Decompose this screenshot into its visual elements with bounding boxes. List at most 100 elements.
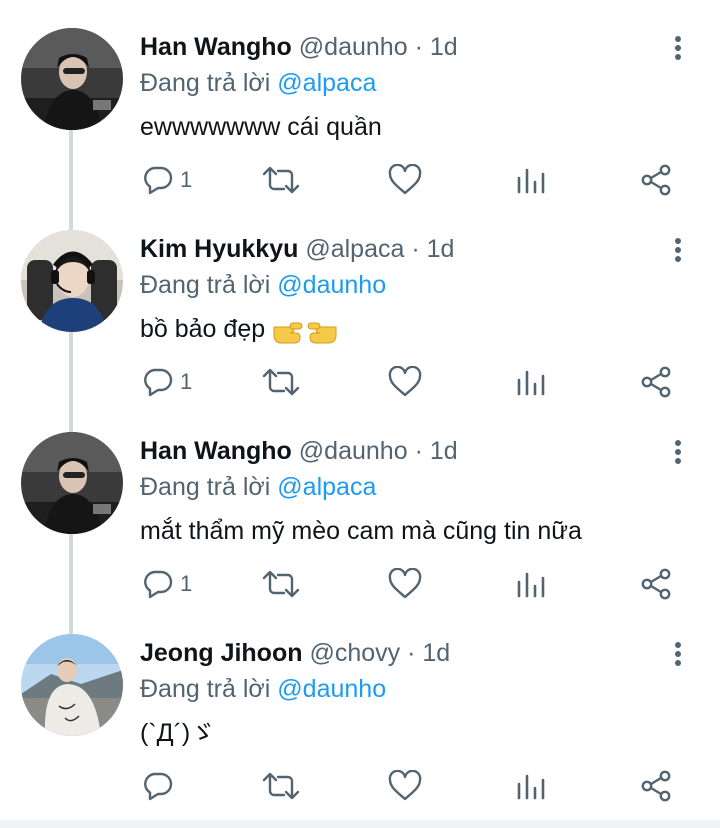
like-icon xyxy=(388,770,422,801)
tweet[interactable]: Jeong Jihoon @chovy · 1d Đang trả lời @d… xyxy=(0,606,720,808)
retweet-button[interactable] xyxy=(262,768,300,804)
replying-to-label: Đang trả lời xyxy=(140,69,271,97)
more-options-button[interactable] xyxy=(666,236,690,266)
tweet-text: ewwwwwww cái quần xyxy=(140,113,382,141)
tweet-actions: 1 xyxy=(140,566,700,606)
pointing-hands-emoji xyxy=(273,322,337,344)
share-button[interactable] xyxy=(640,364,672,400)
reply-icon xyxy=(144,166,173,195)
reply-count: 1 xyxy=(180,369,193,394)
like-button[interactable] xyxy=(388,162,422,198)
separator-dot: · xyxy=(414,33,423,61)
tweet-header: Jeong Jihoon @chovy · 1d xyxy=(140,638,450,668)
tweet[interactable]: Han Wangho @daunho · 1d Đang trả lời @al… xyxy=(0,404,720,606)
analytics-icon xyxy=(517,370,545,396)
reply-mention-link[interactable]: @daunho xyxy=(277,271,386,299)
like-icon xyxy=(388,164,422,195)
share-icon xyxy=(641,366,671,398)
share-button[interactable] xyxy=(640,768,672,804)
bottom-divider xyxy=(0,820,720,828)
timestamp[interactable]: 1d xyxy=(422,639,450,667)
avatar[interactable] xyxy=(21,230,123,332)
analytics-button[interactable] xyxy=(516,768,546,804)
tweet-actions: 1 xyxy=(140,162,700,202)
replying-to: Đang trả lời @alpaca xyxy=(140,68,376,98)
analytics-button[interactable] xyxy=(516,364,546,400)
avatar[interactable] xyxy=(21,28,123,130)
avatar[interactable] xyxy=(21,634,123,736)
tweet-actions xyxy=(140,768,700,808)
retweet-button[interactable] xyxy=(262,566,300,602)
more-icon xyxy=(675,36,681,60)
user-handle[interactable]: @alpaca xyxy=(305,235,404,263)
more-icon xyxy=(675,238,681,262)
like-icon xyxy=(388,568,422,599)
reply-button[interactable]: 1 xyxy=(142,364,192,400)
share-icon xyxy=(641,770,671,802)
reply-mention-link[interactable]: @alpaca xyxy=(277,69,376,97)
display-name[interactable]: Han Wangho xyxy=(140,437,292,465)
timestamp[interactable]: 1d xyxy=(430,33,458,61)
analytics-icon xyxy=(517,774,545,800)
reply-mention-link[interactable]: @daunho xyxy=(277,675,386,703)
tweet-text: mắt thẩm mỹ mèo cam mà cũng tin nữa xyxy=(140,517,582,545)
replying-to-label: Đang trả lời xyxy=(140,271,271,299)
display-name[interactable]: Jeong Jihoon xyxy=(140,639,303,667)
analytics-button[interactable] xyxy=(516,162,546,198)
reply-button[interactable] xyxy=(142,768,180,804)
like-icon xyxy=(388,366,422,397)
tweet-text: bồ bảo đẹp xyxy=(140,315,266,343)
retweet-icon xyxy=(262,772,300,800)
reply-button[interactable]: 1 xyxy=(142,566,192,602)
share-button[interactable] xyxy=(640,566,672,602)
tweet[interactable]: Han Wangho @daunho · 1d Đang trả lời @al… xyxy=(0,0,720,202)
display-name[interactable]: Han Wangho xyxy=(140,33,292,61)
like-button[interactable] xyxy=(388,364,422,400)
reply-thread: Han Wangho @daunho · 1d Đang trả lời @al… xyxy=(0,0,720,828)
reply-button[interactable]: 1 xyxy=(142,162,192,198)
user-handle[interactable]: @chovy xyxy=(309,639,400,667)
reply-icon xyxy=(144,570,173,599)
more-options-button[interactable] xyxy=(666,438,690,468)
tweet[interactable]: Kim Hyukkyu @alpaca · 1d Đang trả lời @d… xyxy=(0,202,720,404)
like-button[interactable] xyxy=(388,566,422,602)
avatar[interactable] xyxy=(21,432,123,534)
reply-icon xyxy=(144,772,173,801)
more-icon xyxy=(675,440,681,464)
retweet-icon xyxy=(262,570,300,598)
reply-icon xyxy=(144,368,173,397)
tweet-header: Han Wangho @daunho · 1d xyxy=(140,436,458,466)
reply-mention-link[interactable]: @alpaca xyxy=(277,473,376,501)
user-handle[interactable]: @daunho xyxy=(299,33,408,61)
reply-count: 1 xyxy=(180,167,193,192)
share-icon xyxy=(641,568,671,600)
more-options-button[interactable] xyxy=(666,34,690,64)
share-icon xyxy=(641,164,671,196)
retweet-button[interactable] xyxy=(262,364,300,400)
retweet-icon xyxy=(262,368,300,396)
replying-to-label: Đang trả lời xyxy=(140,675,271,703)
more-options-button[interactable] xyxy=(666,640,690,670)
replying-to: Đang trả lời @daunho xyxy=(140,270,386,300)
tweet-text: (`Д´)ゞ xyxy=(140,719,216,747)
retweet-button[interactable] xyxy=(262,162,300,198)
reply-count: 1 xyxy=(180,571,193,596)
display-name[interactable]: Kim Hyukkyu xyxy=(140,235,298,263)
timestamp[interactable]: 1d xyxy=(430,437,458,465)
retweet-icon xyxy=(262,166,300,194)
tweet-header: Kim Hyukkyu @alpaca · 1d xyxy=(140,234,454,264)
analytics-icon xyxy=(517,572,545,598)
user-handle[interactable]: @daunho xyxy=(299,437,408,465)
analytics-button[interactable] xyxy=(516,566,546,602)
more-icon xyxy=(675,642,681,666)
tweet-text-row: bồ bảo đẹp xyxy=(140,314,338,345)
timestamp[interactable]: 1d xyxy=(427,235,455,263)
like-button[interactable] xyxy=(388,768,422,804)
separator-dot: · xyxy=(407,639,416,667)
replying-to: Đang trả lời @alpaca xyxy=(140,472,376,502)
replying-to-label: Đang trả lời xyxy=(140,473,271,501)
tweet-header: Han Wangho @daunho · 1d xyxy=(140,32,458,62)
analytics-icon xyxy=(517,168,545,194)
share-button[interactable] xyxy=(640,162,672,198)
replying-to: Đang trả lời @daunho xyxy=(140,674,386,704)
